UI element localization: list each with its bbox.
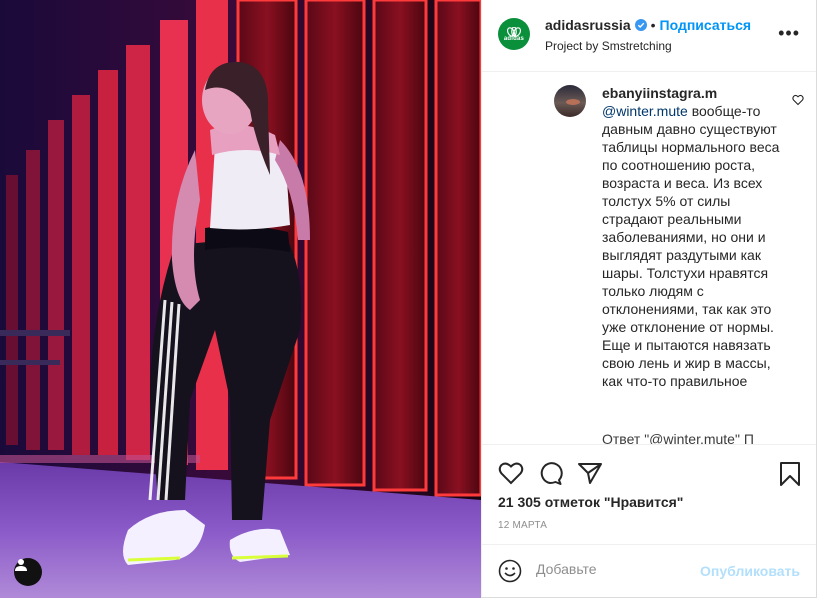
post-actions: 21 305 отметок "Нравится" 12 МАРТА bbox=[482, 444, 816, 544]
user-tag-icon bbox=[15, 559, 27, 571]
commenter-avatar[interactable] bbox=[554, 85, 586, 117]
account-avatar[interactable]: adidas bbox=[498, 18, 530, 50]
post-photo[interactable] bbox=[0, 0, 481, 598]
likes-count[interactable]: 21 305 отметок "Нравится" bbox=[498, 494, 683, 510]
photo-scene bbox=[0, 0, 481, 598]
heart-icon bbox=[792, 94, 804, 106]
comment-icon[interactable] bbox=[537, 461, 563, 485]
follow-button[interactable]: Подписаться bbox=[660, 17, 752, 33]
avatar-logo-text: adidas bbox=[503, 35, 525, 42]
separator-dot: • bbox=[650, 17, 656, 33]
comment-mention[interactable]: @winter.mute bbox=[602, 103, 688, 119]
publish-button[interactable]: Опубликовать bbox=[700, 563, 800, 579]
verified-icon bbox=[634, 19, 647, 31]
comment-text: вообще-то давным давно существуют таблиц… bbox=[602, 103, 780, 389]
comment-like-button[interactable] bbox=[792, 93, 804, 111]
user-tag-button[interactable] bbox=[14, 558, 42, 586]
bookmark-icon[interactable] bbox=[778, 461, 802, 487]
more-icon[interactable]: ••• bbox=[778, 24, 800, 42]
account-subtitle[interactable]: Project by Smstretching bbox=[545, 39, 672, 53]
emoji-icon[interactable] bbox=[498, 559, 522, 583]
comment: ebanyiinstagra.m @winter.mute вообще-то … bbox=[602, 84, 782, 390]
account-username[interactable]: adidasrussia bbox=[545, 17, 631, 33]
add-comment-bar: Опубликовать bbox=[482, 544, 816, 598]
post-side-panel: adidas adidasrussia • Подписаться Projec… bbox=[481, 0, 817, 598]
next-comment-preview: Ответ "@winter.mute" П bbox=[602, 431, 754, 444]
post-date[interactable]: 12 МАРТА bbox=[498, 520, 547, 531]
heart-icon[interactable] bbox=[498, 461, 524, 485]
post-header: adidas adidasrussia • Подписаться Projec… bbox=[482, 0, 816, 72]
comments-list[interactable]: ebanyiinstagra.m @winter.mute вообще-то … bbox=[482, 73, 816, 444]
share-icon[interactable] bbox=[577, 461, 603, 485]
comment-username[interactable]: ebanyiinstagra.m bbox=[602, 84, 782, 102]
